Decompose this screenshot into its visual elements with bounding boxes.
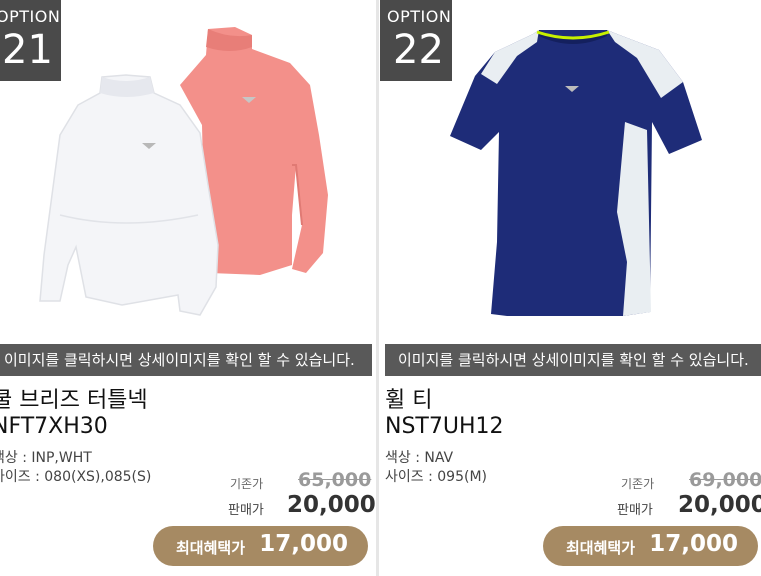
regular-price: 65,000 [298, 469, 372, 491]
navy-tshirt [450, 30, 702, 316]
benefit-price: 17,000 [649, 531, 738, 557]
benefit-label: 최대혜택가 [566, 539, 636, 557]
size-spec: 사이즈 : 095(M) [385, 469, 487, 485]
product-image[interactable] [447, 22, 707, 322]
option-label: OPTION [387, 7, 452, 26]
detail-image-caption[interactable]: 이미지를 클릭하시면 상세이미지를 확인 할 수 있습니다. [385, 344, 761, 376]
regular-price: 69,000 [689, 469, 761, 491]
benefit-price: 17,000 [259, 531, 348, 557]
sale-price: 20,000 [287, 492, 376, 518]
sale-price: 20,000 [678, 492, 761, 518]
regular-price-label: 기존가 [230, 477, 264, 491]
product-name[interactable]: 휠 티 [385, 382, 432, 414]
product-card-option-22: OPTION 22 이미지를 클릭하시면 상세이미지를 확인 할 수 있습니다.… [379, 0, 761, 576]
option-label: OPTION [0, 7, 61, 26]
product-code: NFT7XH30 [0, 414, 108, 439]
option-badge: OPTION 22 [380, 0, 452, 81]
product-image[interactable] [30, 25, 330, 325]
max-benefit-price: 최대혜택가 17,000 [543, 526, 758, 566]
benefit-label: 최대혜택가 [176, 539, 246, 557]
product-card-option-21: OPTION 21 이미지를 클릭하시면 상세이미지를 확인 할 수 있습니다.… [0, 0, 376, 576]
color-spec: 색상 : NAV [385, 450, 454, 466]
option-number: 22 [393, 27, 444, 73]
detail-image-caption[interactable]: 이미지를 클릭하시면 상세이미지를 확인 할 수 있습니다. [0, 344, 372, 376]
product-name[interactable]: 쿨 브리즈 터틀넥 [0, 382, 148, 414]
size-spec: 사이즈 : 080(XS),085(S) [0, 469, 152, 485]
sale-price-label: 판매가 [228, 503, 264, 518]
product-code: NST7UH12 [385, 414, 504, 439]
color-spec: 색상 : INP,WHT [0, 450, 92, 466]
max-benefit-price: 최대혜택가 17,000 [153, 526, 368, 566]
sale-price-label: 판매가 [617, 503, 653, 518]
regular-price-label: 기존가 [621, 477, 655, 491]
white-turtleneck-shirt [39, 74, 219, 316]
